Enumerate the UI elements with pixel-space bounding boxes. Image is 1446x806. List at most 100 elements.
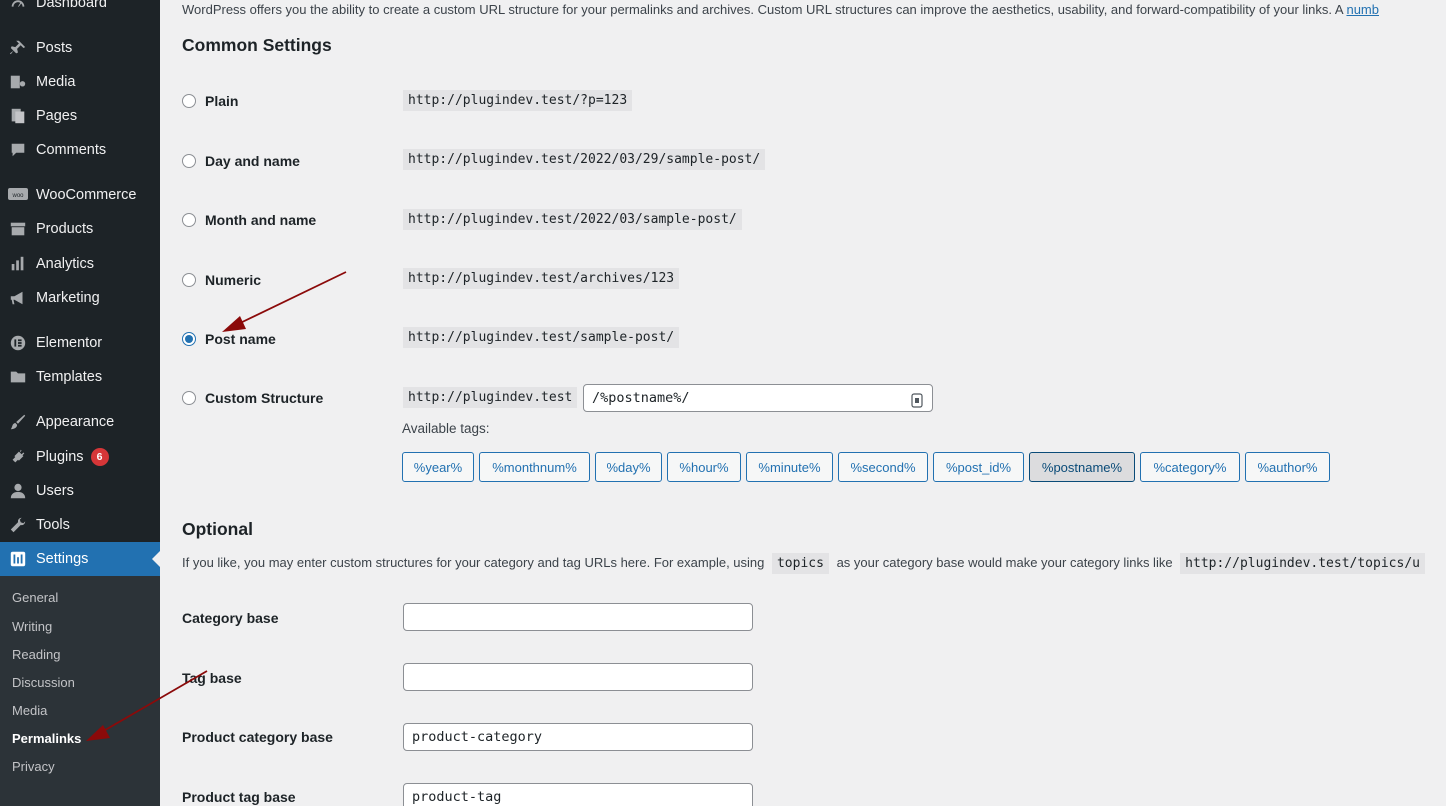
menu-label: Dashboard — [36, 0, 107, 11]
radio-numeric[interactable] — [182, 273, 196, 287]
menu-dashboard[interactable]: Dashboard — [0, 0, 160, 20]
optional-heading: Optional — [182, 519, 253, 539]
custom-structure-value: /%postname%/ — [592, 390, 690, 406]
menu-label: Marketing — [36, 290, 100, 306]
menu-label: Comments — [36, 142, 107, 158]
option-label: Day and name — [205, 153, 300, 169]
media-icon — [8, 72, 28, 92]
custom-structure-prefix: http://plugindev.test — [403, 387, 578, 408]
option-day-and-name[interactable]: Day and name — [182, 153, 300, 169]
pages-icon — [8, 106, 28, 126]
menu-elementor[interactable]: Elementor — [0, 326, 160, 360]
tag-year-button[interactable]: %year% — [402, 452, 474, 482]
menu-templates[interactable]: Templates — [0, 360, 160, 394]
menu-label: Settings — [36, 551, 89, 567]
tag-minute-button[interactable]: %minute% — [746, 452, 833, 482]
radio-post-name[interactable] — [182, 332, 196, 346]
main-content: WordPress offers you the ability to crea… — [160, 0, 1446, 806]
option-label: Custom Structure — [205, 390, 324, 406]
tag-base-label: Tag base — [182, 670, 242, 686]
svg-text:woo: woo — [11, 193, 24, 199]
menu-tools[interactable]: Tools — [0, 508, 160, 542]
menu-users[interactable]: Users — [0, 474, 160, 508]
menu-settings[interactable]: Settings — [0, 542, 160, 576]
menu-pages[interactable]: Pages — [0, 99, 160, 133]
menu-appearance[interactable]: Appearance — [0, 405, 160, 439]
bar-chart-icon — [8, 254, 28, 274]
tag-postname-button[interactable]: %postname% — [1029, 452, 1135, 482]
example-code: http://plugindev.test/topics/u — [1180, 553, 1425, 574]
menu-label: Products — [36, 221, 94, 237]
tag-hour-button[interactable]: %hour% — [667, 452, 741, 482]
option-label: Plain — [205, 93, 239, 109]
example-url: http://plugindev.test/2022/03/sample-pos… — [403, 209, 742, 230]
tag-day-button[interactable]: %day% — [595, 452, 662, 482]
intro-paragraph: WordPress offers you the ability to crea… — [182, 2, 1379, 17]
optional-description: If you like, you may enter custom struct… — [182, 553, 1425, 574]
product-category-base-label: Product category base — [182, 729, 333, 745]
submenu-privacy[interactable]: Privacy — [12, 759, 55, 774]
radio-custom-structure[interactable] — [182, 391, 196, 405]
submenu-media[interactable]: Media — [12, 703, 47, 718]
radio-day-and-name[interactable] — [182, 154, 196, 168]
tag-post-id-button[interactable]: %post_id% — [933, 452, 1024, 482]
tag-author-button[interactable]: %author% — [1245, 452, 1330, 482]
archive-icon — [8, 219, 28, 239]
option-month-and-name[interactable]: Month and name — [182, 212, 316, 228]
option-custom-structure[interactable]: Custom Structure — [182, 390, 323, 406]
wrench-icon — [8, 515, 28, 535]
menu-marketing[interactable]: Marketing — [0, 281, 160, 315]
optional-text: as your category base would make your ca… — [832, 555, 1177, 570]
intro-link[interactable]: numb — [1346, 2, 1379, 17]
radio-plain[interactable] — [182, 94, 196, 108]
menu-products[interactable]: Products — [0, 212, 160, 246]
tag-monthnum-button[interactable]: %monthnum% — [479, 452, 590, 482]
product-tag-base-input[interactable]: product-tag — [403, 783, 753, 806]
option-plain[interactable]: Plain — [182, 93, 238, 109]
available-tags-label: Available tags: — [402, 421, 490, 436]
woocommerce-icon: woo — [8, 185, 28, 205]
optional-text: If you like, you may enter custom struct… — [182, 555, 768, 570]
plugins-update-badge: 6 — [90, 448, 109, 466]
tag-second-button[interactable]: %second% — [838, 452, 928, 482]
menu-label: Posts — [36, 40, 73, 56]
submenu-writing[interactable]: Writing — [12, 619, 52, 634]
radio-month-and-name[interactable] — [182, 213, 196, 227]
menu-label: Pages — [36, 108, 78, 124]
submenu-permalinks[interactable]: Permalinks — [12, 731, 81, 746]
password-manager-icon[interactable] — [911, 391, 923, 417]
user-icon — [8, 481, 28, 501]
option-numeric[interactable]: Numeric — [182, 272, 261, 288]
submenu-reading[interactable]: Reading — [12, 647, 60, 662]
custom-structure-input[interactable]: /%postname%/ — [583, 384, 933, 412]
elementor-icon — [8, 333, 28, 353]
admin-sidebar: Dashboard Posts Media Pages Comments woo… — [0, 0, 160, 806]
menu-label: WooCommerce — [36, 187, 137, 203]
example-url: http://plugindev.test/sample-post/ — [403, 327, 680, 348]
menu-media[interactable]: Media — [0, 65, 160, 99]
common-settings-heading: Common Settings — [182, 35, 332, 55]
megaphone-icon — [8, 288, 28, 308]
tag-base-input[interactable] — [403, 663, 753, 691]
tag-category-button[interactable]: %category% — [1140, 452, 1240, 482]
dashboard-icon — [8, 0, 28, 13]
product-category-base-input[interactable]: product-category — [403, 723, 753, 751]
menu-comments[interactable]: Comments — [0, 133, 160, 167]
submenu-discussion[interactable]: Discussion — [12, 675, 75, 690]
menu-label: Analytics — [36, 256, 95, 272]
option-post-name[interactable]: Post name — [182, 331, 276, 347]
pin-icon — [8, 38, 28, 58]
menu-label: Templates — [36, 369, 103, 385]
menu-label: Appearance — [36, 414, 115, 430]
settings-submenu: General Writing Reading Discussion Media… — [0, 576, 160, 806]
menu-posts[interactable]: Posts — [0, 31, 160, 65]
submenu-general[interactable]: General — [12, 590, 58, 605]
category-base-input[interactable] — [403, 603, 753, 631]
menu-label: Users — [36, 483, 74, 499]
intro-text: WordPress offers you the ability to crea… — [182, 2, 1347, 17]
menu-plugins[interactable]: Plugins 6 — [0, 440, 160, 474]
example-url: http://plugindev.test/?p=123 — [403, 90, 633, 111]
menu-analytics[interactable]: Analytics — [0, 247, 160, 281]
menu-woocommerce[interactable]: woo WooCommerce — [0, 178, 160, 212]
settings-icon — [8, 549, 28, 569]
